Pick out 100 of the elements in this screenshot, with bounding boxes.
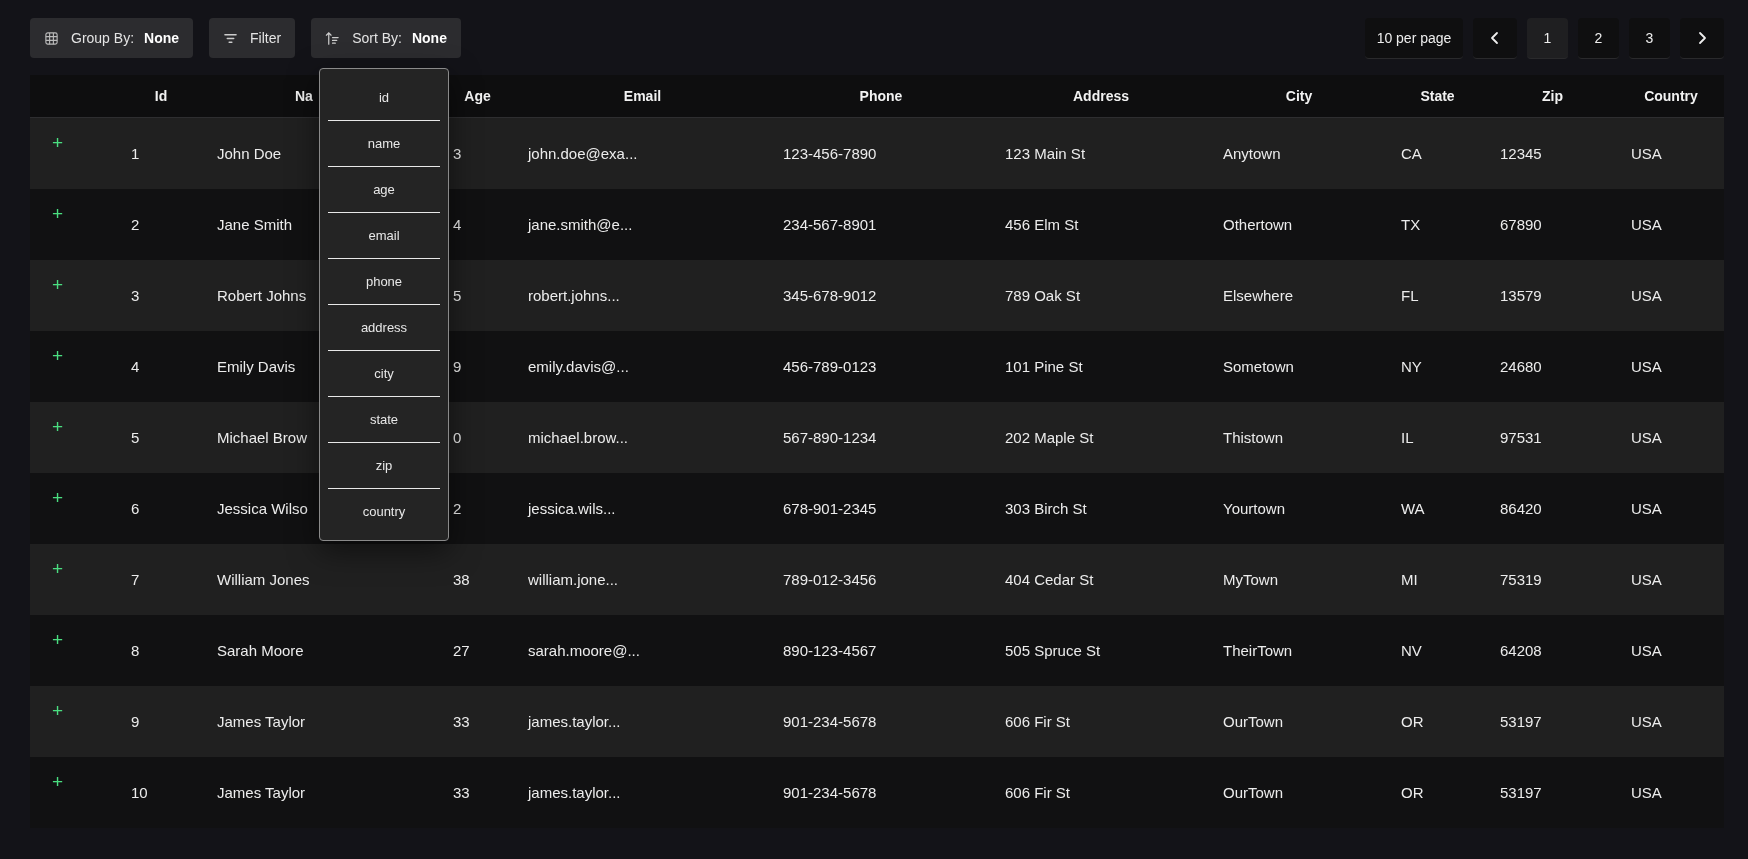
table-cell: jessica.wils... bbox=[528, 500, 616, 517]
table-cell: john.doe@exa... bbox=[528, 145, 638, 162]
table-cell: 86420 bbox=[1500, 500, 1542, 517]
column-header: Id bbox=[154, 88, 168, 104]
table-cell: 33 bbox=[453, 713, 470, 730]
table-cell: USA bbox=[1631, 500, 1662, 517]
menu-item[interactable]: phone bbox=[328, 259, 440, 304]
table-cell: 101 Pine St bbox=[1005, 358, 1083, 375]
previous-page-button[interactable] bbox=[1473, 17, 1517, 59]
page-button[interactable]: 1 bbox=[1527, 17, 1568, 59]
table-cell: USA bbox=[1631, 784, 1662, 801]
table-cell: 2 bbox=[453, 500, 462, 517]
menu-item[interactable]: zip bbox=[328, 443, 440, 488]
group-button[interactable]: Group By: None bbox=[30, 18, 194, 58]
table-cell: william.jone... bbox=[528, 571, 619, 588]
table-cell: 4 bbox=[453, 216, 462, 233]
table-cell: jane.smith@e... bbox=[528, 216, 633, 233]
table-cell: 1 bbox=[131, 145, 140, 162]
menu-item[interactable]: state bbox=[328, 397, 440, 442]
table-cell: USA bbox=[1631, 642, 1662, 659]
table-cell: Emily Davis bbox=[217, 358, 296, 375]
page-button[interactable]: 2 bbox=[1578, 17, 1619, 59]
table-cell: 75319 bbox=[1500, 571, 1542, 588]
table-cell: 456 Elm St bbox=[1005, 216, 1079, 233]
table-cell: OurTown bbox=[1223, 713, 1284, 730]
expand-row-button[interactable]: + bbox=[52, 203, 64, 225]
table-cell: robert.johns... bbox=[528, 287, 620, 304]
table-cell: James Taylor bbox=[217, 784, 306, 801]
table-cell: Elsewhere bbox=[1223, 287, 1294, 304]
table-cell: emily.davis@... bbox=[528, 358, 629, 375]
expand-row-button[interactable]: + bbox=[52, 558, 64, 580]
table-cell: Jane Smith bbox=[217, 216, 293, 233]
table-cell: 456-789-0123 bbox=[783, 358, 877, 375]
menu-item[interactable]: email bbox=[328, 213, 440, 258]
expand-row-button[interactable]: + bbox=[52, 416, 64, 438]
table-cell: OR bbox=[1401, 713, 1424, 730]
table-cell: Sarah Moore bbox=[217, 642, 304, 659]
page-button[interactable]: 3 bbox=[1629, 17, 1670, 59]
table-cell: USA bbox=[1631, 145, 1662, 162]
sort-button[interactable]: Sort By: None bbox=[311, 18, 461, 58]
table-cell: 606 Fir St bbox=[1005, 784, 1071, 801]
table-cell: NV bbox=[1401, 642, 1422, 659]
expand-row-button[interactable]: + bbox=[52, 345, 64, 367]
filter-button[interactable]: Filter bbox=[209, 18, 296, 58]
table-cell: TheirTown bbox=[1223, 642, 1293, 659]
menu-item[interactable]: id bbox=[328, 75, 440, 120]
next-page-button[interactable] bbox=[1680, 17, 1724, 59]
table-cell: Robert Johns bbox=[217, 287, 307, 304]
expand-row-button[interactable]: + bbox=[52, 274, 64, 296]
grid-icon bbox=[44, 30, 59, 46]
table-cell: james.taylor... bbox=[528, 784, 621, 801]
column-header: Zip bbox=[1542, 88, 1563, 104]
menu-item[interactable]: address bbox=[328, 305, 440, 350]
table-cell: 202 Maple St bbox=[1005, 429, 1094, 446]
table-cell: 8 bbox=[131, 642, 140, 659]
column-header: Email bbox=[623, 88, 662, 104]
expand-row-button[interactable]: + bbox=[52, 700, 64, 722]
table-cell: Yourtown bbox=[1223, 500, 1285, 517]
table-cell: MI bbox=[1401, 571, 1418, 588]
table-cell: Othertown bbox=[1223, 216, 1293, 233]
expand-row-button[interactable]: + bbox=[52, 629, 64, 651]
column-header: City bbox=[1285, 88, 1313, 104]
menu-item[interactable]: age bbox=[328, 167, 440, 212]
table-cell: 97531 bbox=[1500, 429, 1542, 446]
column-header: Age bbox=[464, 88, 491, 104]
expand-row-button[interactable]: + bbox=[52, 487, 64, 509]
menu-item[interactable]: city bbox=[328, 351, 440, 396]
expand-row-button[interactable]: + bbox=[52, 771, 64, 793]
table-cell: 345-678-9012 bbox=[783, 287, 877, 304]
table-cell: 901-234-5678 bbox=[783, 713, 877, 730]
table-cell: 890-123-4567 bbox=[783, 642, 877, 659]
table-cell: FL bbox=[1401, 287, 1419, 304]
table-cell: OR bbox=[1401, 784, 1424, 801]
table-cell: 303 Birch St bbox=[1005, 500, 1087, 517]
table-cell: 123 Main St bbox=[1005, 145, 1086, 162]
table-cell: 123-456-7890 bbox=[783, 145, 877, 162]
table-cell: USA bbox=[1631, 358, 1662, 375]
table-cell: 38 bbox=[453, 571, 470, 588]
table-cell: 67890 bbox=[1500, 216, 1542, 233]
menu-item[interactable]: name bbox=[328, 121, 440, 166]
sort-icon bbox=[325, 30, 341, 46]
table-cell: WA bbox=[1401, 500, 1425, 517]
table-cell: 7 bbox=[131, 571, 140, 588]
expand-row-button[interactable]: + bbox=[52, 132, 64, 154]
table-cell: 53197 bbox=[1500, 713, 1542, 730]
table-cell: USA bbox=[1631, 287, 1662, 304]
table-cell: 404 Cedar St bbox=[1005, 571, 1094, 588]
table-cell: James Taylor bbox=[217, 713, 306, 730]
menu-item[interactable]: country bbox=[328, 489, 440, 534]
table-cell: William Jones bbox=[217, 571, 310, 588]
table-cell: 13579 bbox=[1500, 287, 1542, 304]
column-header: Phone bbox=[859, 88, 903, 104]
table-cell: John Doe bbox=[217, 145, 282, 162]
table-cell: 6 bbox=[131, 500, 140, 517]
table-cell: 64208 bbox=[1500, 642, 1542, 659]
per-page-button[interactable]: 10 per page bbox=[1365, 17, 1463, 59]
table-cell: james.taylor... bbox=[528, 713, 621, 730]
table-cell: Michael Brow bbox=[217, 429, 308, 446]
table-cell: USA bbox=[1631, 713, 1662, 730]
table-cell: Sometown bbox=[1223, 358, 1294, 375]
